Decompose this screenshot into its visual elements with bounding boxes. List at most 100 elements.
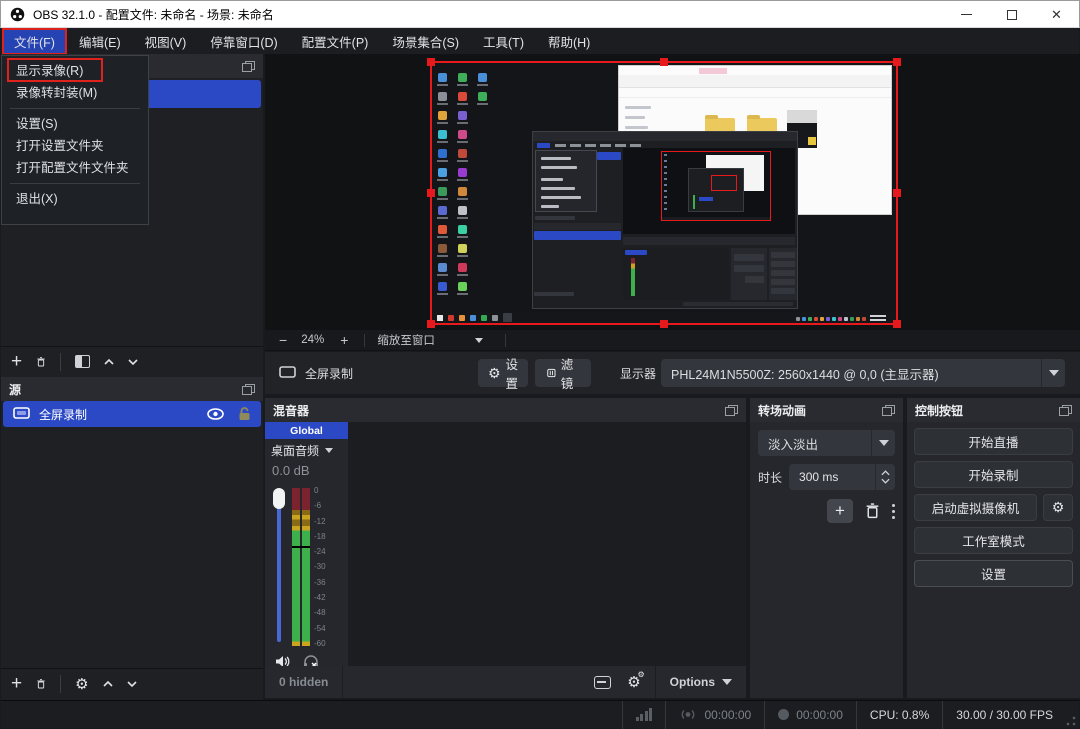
menu-scene-collection[interactable]: 场景集合(S)	[380, 28, 471, 55]
move-scene-down-button[interactable]	[128, 357, 138, 367]
gear-icon: ⚙	[1052, 499, 1065, 516]
menu-edit[interactable]: 编辑(E)	[67, 28, 133, 55]
close-button[interactable]: ✕	[1034, 1, 1079, 28]
move-source-down-button[interactable]	[127, 679, 137, 689]
tray-icon	[802, 317, 806, 321]
mixer-panel: 混音器 Global 桌面音频 0.0 dB 0-6-12 -18-24-30 …	[265, 398, 746, 698]
display-select-value: PHL24M1N5500Z: 2560x1440 @ 0,0 (主显示器)	[671, 364, 939, 383]
source-settings-button[interactable]: ⚙ 设置	[478, 359, 528, 387]
tray-icon	[862, 317, 866, 321]
start-streaming-button[interactable]: 开始直播	[914, 428, 1073, 455]
stream-timer: 00:00:00	[704, 708, 751, 722]
transition-properties-kebab-icon[interactable]	[892, 504, 895, 519]
tray-icon	[808, 317, 812, 321]
duration-spinner[interactable]: 300 ms	[789, 464, 895, 490]
start-virtual-camera-button[interactable]: 启动虚拟摄像机	[914, 494, 1037, 521]
menu-item-exit[interactable]: 退出(X)	[2, 188, 148, 210]
move-scene-up-button[interactable]	[104, 357, 114, 367]
spinner-up-icon[interactable]	[881, 470, 890, 476]
popout-icon[interactable]	[882, 405, 895, 416]
volume-slider[interactable]	[272, 488, 286, 646]
fps-indicator: 30.00 / 30.00 FPS	[956, 708, 1053, 722]
menu-help[interactable]: 帮助(H)	[536, 28, 602, 55]
desktop-icon	[478, 92, 487, 101]
visibility-eye-icon[interactable]	[207, 408, 224, 420]
record-status-icon	[778, 709, 789, 720]
popout-icon[interactable]	[242, 384, 255, 395]
start-recording-button[interactable]: 开始录制	[914, 461, 1073, 488]
fit-mode-label[interactable]: 缩放至窗口	[365, 332, 475, 348]
virtual-camera-settings-button[interactable]: ⚙	[1043, 494, 1073, 521]
add-scene-button[interactable]: +	[11, 352, 22, 371]
display-select[interactable]: PHL24M1N5500Z: 2560x1440 @ 0,0 (主显示器)	[661, 359, 1065, 387]
move-source-up-button[interactable]	[103, 679, 113, 689]
preview-area[interactable]	[265, 54, 1080, 330]
desktop-icon	[458, 263, 467, 272]
mixer-options-button[interactable]: Options	[656, 675, 746, 689]
zoom-in-button[interactable]: +	[324, 332, 364, 348]
menu-file[interactable]: 文件(F)	[2, 28, 67, 55]
popout-icon[interactable]	[1059, 405, 1072, 416]
volume-meter	[292, 488, 310, 646]
desktop-icon	[438, 92, 447, 101]
volume-slider-handle[interactable]	[273, 488, 285, 509]
layout-toggle-icon[interactable]	[594, 676, 611, 689]
db-scale: 0-6-12 -18-24-30 -36-42-48 -54-60	[314, 486, 326, 648]
window-title: OBS 32.1.0 - 配置文件: 未命名 - 场景: 未命名	[33, 6, 274, 23]
popout-icon[interactable]	[725, 405, 738, 416]
title-bar: OBS 32.1.0 - 配置文件: 未命名 - 场景: 未命名 ✕	[0, 0, 1080, 28]
add-transition-button[interactable]: +	[827, 499, 853, 523]
popout-icon[interactable]	[242, 61, 255, 72]
menu-profile[interactable]: 配置文件(P)	[290, 28, 381, 55]
scene-filters-button[interactable]	[75, 355, 90, 368]
tray-icon	[796, 317, 800, 321]
lock-open-icon[interactable]	[238, 407, 251, 421]
studio-mode-button[interactable]: 工作室模式	[914, 527, 1073, 554]
spinner-down-icon[interactable]	[881, 478, 890, 484]
advanced-audio-gears-icon[interactable]: ⚙⚙	[627, 673, 640, 691]
red-annotation-box	[7, 58, 103, 82]
add-source-button[interactable]: +	[11, 674, 22, 693]
zoom-out-button[interactable]: −	[265, 332, 301, 348]
transition-select[interactable]: 淡入淡出	[758, 430, 895, 456]
resize-grip[interactable]	[1066, 716, 1076, 726]
maximize-button[interactable]	[989, 1, 1034, 28]
captured-desktop[interactable]	[430, 61, 898, 325]
desktop-icon	[458, 92, 467, 101]
record-timer: 00:00:00	[796, 708, 843, 722]
desktop-icon	[458, 225, 467, 234]
desktop-icon	[438, 244, 447, 253]
source-item-selected[interactable]: 全屏录制	[3, 401, 261, 427]
settings-button[interactable]: 设置	[914, 560, 1073, 587]
menu-item-show-profile-folder[interactable]: 打开配置文件文件夹	[2, 157, 148, 179]
menu-item-settings[interactable]: 设置(S)	[2, 113, 148, 135]
chevron-down-icon[interactable]	[325, 448, 333, 453]
source-filters-button[interactable]: 滤镜	[535, 359, 591, 387]
sources-panel-header: 源	[1, 377, 263, 401]
menu-tools[interactable]: 工具(T)	[471, 28, 536, 55]
menu-item-show-settings-folder[interactable]: 打开设置文件夹	[2, 135, 148, 157]
hidden-count-label: 0 hidden	[265, 675, 342, 689]
desktop-icon	[438, 206, 447, 215]
tray-icon	[826, 317, 830, 321]
desktop-icon	[458, 73, 467, 82]
chevron-down-icon	[879, 440, 889, 446]
menu-view[interactable]: 视图(V)	[133, 28, 199, 55]
cpu-usage: CPU: 0.8%	[870, 708, 929, 722]
minimize-button[interactable]	[944, 1, 989, 28]
chevron-down-icon[interactable]	[475, 338, 483, 343]
menu-item-show-recordings[interactable]: 显示录像(R)	[2, 60, 148, 82]
remove-source-button[interactable]	[36, 679, 46, 689]
filters-icon	[547, 367, 556, 379]
sources-panel-title: 源	[9, 381, 21, 398]
menu-docks[interactable]: 停靠窗口(D)	[198, 28, 289, 55]
menu-item-remux[interactable]: 录像转封装(M)	[2, 82, 148, 104]
remove-transition-button[interactable]	[865, 503, 880, 519]
menu-bar: 文件(F) 编辑(E) 视图(V) 停靠窗口(D) 配置文件(P) 场景集合(S…	[1, 28, 1079, 54]
remove-scene-button[interactable]	[36, 357, 46, 367]
tray-icon	[832, 317, 836, 321]
desktop-icon	[458, 206, 467, 215]
desktop-icon	[438, 225, 447, 234]
source-properties-gear-icon[interactable]: ⚙	[75, 675, 88, 693]
desktop-icon	[458, 111, 467, 120]
